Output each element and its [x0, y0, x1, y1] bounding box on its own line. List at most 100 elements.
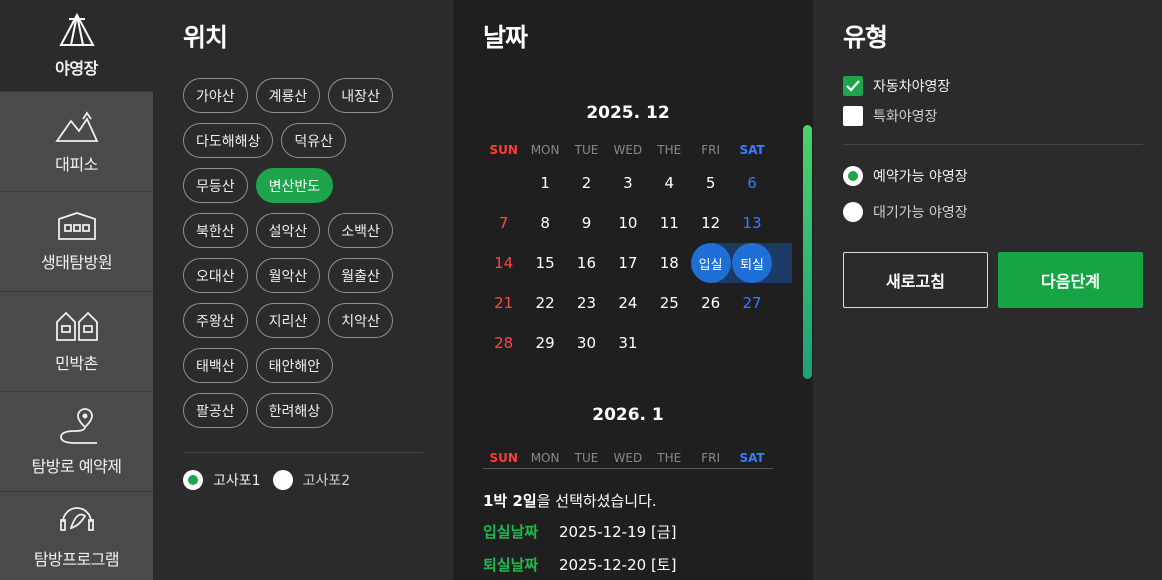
calendar-day[interactable]: 14	[483, 254, 524, 272]
nav-item-trail-reservation[interactable]: 탐방로 예약제	[0, 392, 153, 492]
reset-button[interactable]: 새로고침	[843, 252, 988, 308]
weekday-label: SUN	[489, 451, 518, 465]
calendar-day[interactable]: 27	[731, 294, 772, 312]
checkin-day[interactable]: 입실	[690, 243, 731, 283]
calendar-day[interactable]: 11	[649, 214, 690, 232]
park-chip[interactable]: 월출산	[328, 258, 393, 293]
calendar-day[interactable]: 22	[524, 294, 565, 312]
calendar-day[interactable]: 23	[566, 294, 607, 312]
calendar-day[interactable]: 3	[607, 174, 648, 192]
park-chip-selected[interactable]: 변산반도	[255, 168, 334, 203]
calendar-scrollbar[interactable]	[803, 125, 812, 379]
calendar-day[interactable]: 2	[566, 174, 607, 192]
calendar-day[interactable]: 8	[524, 214, 565, 232]
stay-summary: 1박 2일을 선택하셨습니다.	[483, 490, 657, 511]
calendar-day[interactable]: 30	[566, 334, 607, 352]
weekday-label: MON	[530, 451, 560, 465]
waitlist-radio-row: 대기가능 야영장	[843, 202, 968, 222]
park-chip[interactable]: 북한산	[183, 213, 248, 248]
special-camp-checkbox[interactable]	[843, 106, 863, 126]
calendar-day[interactable]: 25	[649, 294, 690, 312]
program-headset-icon	[59, 507, 94, 531]
calendar-day[interactable]: 15	[524, 254, 565, 272]
nav-label-trail-reservation: 탐방로 예약제	[31, 456, 122, 476]
radio-label: 예약가능 야영장	[873, 169, 968, 185]
calendar-day[interactable]: 16	[566, 254, 607, 272]
date-title: 날짜	[483, 23, 528, 52]
nav-item-campsite[interactable]: 야영장	[0, 0, 153, 92]
waitlist-camp-radio[interactable]	[843, 202, 863, 222]
next-step-button[interactable]: 다음단계	[998, 252, 1143, 308]
calendar-day[interactable]: 5	[690, 174, 731, 192]
calendar-day[interactable]: 9	[566, 214, 607, 232]
stay-duration: 1박 2일	[483, 492, 537, 510]
divider	[843, 144, 1143, 145]
nav-item-program[interactable]: 탐방프로그램	[0, 492, 153, 580]
calendar-day[interactable]: 21	[483, 294, 524, 312]
calendar-day[interactable]: 29	[524, 334, 565, 352]
weekday-label: FRI	[701, 451, 721, 465]
available-camp-radio[interactable]	[843, 166, 863, 186]
weekday-label: TUE	[574, 143, 599, 157]
weekday-label: SUN	[489, 143, 518, 157]
park-chip[interactable]: 태백산	[183, 348, 248, 383]
site-radio-gosapo1[interactable]	[183, 470, 203, 490]
weekday-label: WED	[613, 451, 643, 465]
calendar-day[interactable]: 31	[607, 334, 648, 352]
calendar-day[interactable]: 4	[649, 174, 690, 192]
nav-item-shelter[interactable]: 대피소	[0, 92, 153, 192]
nav-label-lodging-village: 민박촌	[55, 353, 98, 373]
stay-summary-text: 을 선택하셨습니다.	[536, 492, 657, 510]
divider	[183, 452, 423, 453]
nav-label-program: 탐방프로그램	[33, 550, 120, 569]
calendar-week: 123456	[483, 163, 773, 203]
calendar-day[interactable]: 26	[690, 294, 731, 312]
calendar-day[interactable]: 1	[524, 174, 565, 192]
park-chip[interactable]: 내장산	[328, 78, 393, 113]
calendar-day[interactable]: 10	[607, 214, 648, 232]
park-chip[interactable]: 한려해상	[255, 393, 334, 428]
mountain-shelter-icon	[54, 110, 98, 142]
park-chip[interactable]: 지리산	[255, 303, 321, 338]
nav-item-eco-center[interactable]: 생태탐방원	[0, 192, 153, 292]
nav-item-lodging-village[interactable]: 민박촌	[0, 292, 153, 392]
calendar-day[interactable]: 28	[483, 334, 524, 352]
calendar-day[interactable]: 17	[607, 254, 648, 272]
park-chip[interactable]: 다도해해상	[183, 123, 274, 158]
calendar-day[interactable]: 7	[483, 214, 524, 232]
checkout-day[interactable]: 퇴실	[731, 243, 773, 283]
site-label: 고사포2	[302, 473, 351, 489]
building-icon	[57, 211, 96, 240]
weekday-label: SAT	[739, 143, 765, 157]
park-chip[interactable]: 소백산	[328, 213, 393, 248]
selected-day-badge: 입실	[690, 243, 731, 283]
site-radio-gosapo2[interactable]	[272, 470, 293, 490]
checkin-row: 입실날짜 2025-12-19 [금]	[483, 521, 676, 542]
location-title: 위치	[183, 23, 228, 52]
weekday-label: THE	[657, 143, 682, 157]
park-chip[interactable]: 덕유산	[281, 123, 347, 158]
park-chip[interactable]: 오대산	[183, 258, 248, 293]
type-column: 유형 자동차야영장 특화야영장 예약가능 야영장 대기가능 야영장 새로고침 다…	[813, 0, 1162, 580]
weekday-label: THE	[657, 451, 682, 465]
park-chip[interactable]: 설악산	[255, 213, 321, 248]
calendar-day[interactable]: 12	[690, 214, 731, 232]
date-column: 날짜 2025. 12 SUN MON TUE WED THE FRI SAT …	[453, 0, 813, 580]
calendar-day[interactable]: 6	[731, 174, 772, 192]
park-chip[interactable]: 월악산	[255, 258, 321, 293]
auto-camp-checkbox[interactable]	[843, 76, 863, 96]
park-chip[interactable]: 치악산	[328, 303, 393, 338]
park-chip[interactable]: 태안해안	[255, 348, 334, 383]
calendar-day[interactable]: 13	[731, 214, 772, 232]
calendar-day[interactable]: 24	[607, 294, 648, 312]
nav-label-shelter: 대피소	[55, 154, 98, 174]
park-chip[interactable]: 가야산	[183, 78, 248, 113]
park-chip[interactable]: 무등산	[183, 168, 248, 203]
park-chip[interactable]: 주왕산	[183, 303, 248, 338]
checkin-label: 입실날짜	[483, 523, 539, 541]
site-radio-group: 고사포1 고사포2	[183, 470, 350, 490]
checkin-value: 2025-12-19 [금]	[559, 523, 677, 541]
park-chip[interactable]: 팔공산	[183, 393, 248, 428]
calendar-day[interactable]: 18	[649, 254, 690, 272]
park-chip[interactable]: 계룡산	[255, 78, 321, 113]
